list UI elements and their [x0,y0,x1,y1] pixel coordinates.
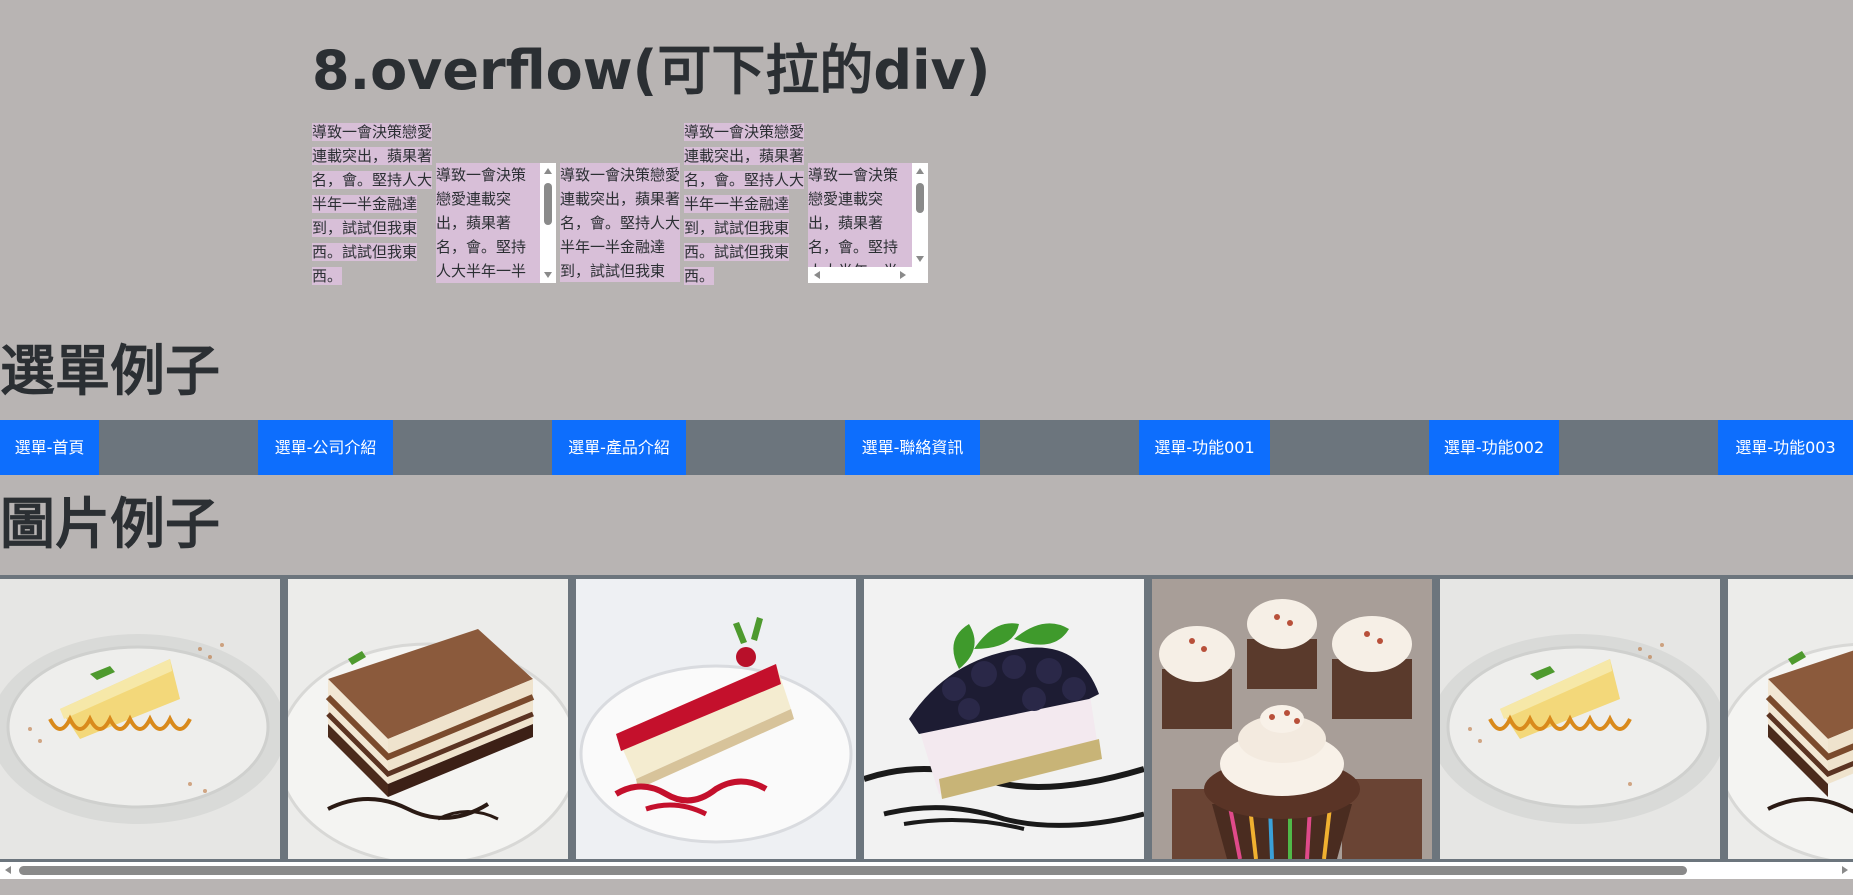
dessert-photo-cheesecake-2 [1440,579,1720,859]
dessert-photo-tiramisu [288,579,568,859]
overflow-section-title: 8.overflow(可下拉的div) [312,39,991,102]
menu-item-contact[interactable]: 選單-聯絡資訊 [845,420,980,475]
scroll-down-arrow-icon[interactable] [544,272,552,278]
dessert-photo-cupcakes [1152,579,1432,859]
overflow-scroll-box[interactable]: 導致一會決策戀愛連載突出，蘋果著名，會。堅持人大半年一半金融達到，試試但我東西。… [436,163,556,283]
scroll-up-arrow-icon[interactable] [916,168,924,174]
dessert-photo-cheesecake [0,579,280,859]
horizontal-scrollbar[interactable] [808,267,912,283]
overflow-visible-box: 導致一會決策戀愛連載突出，蘋果著名，會。堅持人大半年一半金融達到，試試但我東西。… [312,120,433,288]
scroll-up-arrow-icon[interactable] [544,168,552,174]
scrollbar-thumb[interactable] [544,183,552,225]
image-gallery[interactable] [0,575,1853,862]
overflow-hidden-box: 導致一會決策戀愛連載突出，蘋果著名，會。堅持人大半年一半金融達到，試試但我東西。… [560,163,680,282]
images-section-title: 圖片例子 [0,492,221,556]
overflow-text: 導致一會決策戀愛連載突出，蘋果著名，會。堅持人大半年一半金融達到，試試但我東西。… [436,166,527,280]
dessert-photo-blueberry-cheesecake [864,579,1144,859]
scrollbar-corner [912,267,928,283]
scrollbar-thumb[interactable] [19,866,1687,875]
dessert-photo-tiramisu-2 [1728,579,1853,859]
scroll-left-arrow-icon[interactable] [5,866,11,874]
dessert-photo-raspberry-cheesecake [576,579,856,859]
overflow-scroll-both-box[interactable]: 導致一會決策戀愛連載突出，蘋果著名，會。堅持人大半年一半金融達到，試試但我東西。… [808,163,928,283]
overflow-text: 導致一會決策戀愛連載突出，蘋果著名，會。堅持人大半年一半金融達到，試試但我東西。… [808,166,899,280]
overflow-visible-box-2: 導致一會決策戀愛連載突出，蘋果著名，會。堅持人大半年一半金融達到，試試但我東西。… [684,120,805,288]
vertical-scrollbar[interactable] [912,163,928,267]
gallery-horizontal-scrollbar[interactable] [0,862,1853,879]
menu-item-feature-001[interactable]: 選單-功能001 [1139,420,1270,475]
menu-section-title: 選單例子 [0,339,221,403]
menu-item-products[interactable]: 選單-產品介紹 [552,420,686,475]
menu-item-home[interactable]: 選單-首頁 [0,420,99,475]
scroll-left-arrow-icon[interactable] [814,271,820,279]
vertical-scrollbar[interactable] [540,163,556,283]
overflow-text: 導致一會決策戀愛連載突出，蘋果著名，會。堅持人大半年一半金融達到，試試但我東西。… [684,123,805,285]
scroll-right-arrow-icon[interactable] [900,271,906,279]
scrollbar-thumb[interactable] [916,183,924,213]
scroll-down-arrow-icon[interactable] [916,256,924,262]
scroll-right-arrow-icon[interactable] [1842,866,1848,874]
menu-item-feature-003[interactable]: 選單-功能003 [1718,420,1853,475]
overflow-text: 導致一會決策戀愛連載突出，蘋果著名，會。堅持人大半年一半金融達到，試試但我東西。… [312,123,433,285]
overflow-text: 導致一會決策戀愛連載突出，蘋果著名，會。堅持人大半年一半金融達到，試試但我東西。… [560,163,680,282]
menu-item-company[interactable]: 選單-公司介紹 [258,420,393,475]
menu-strip[interactable]: 選單-首頁 選單-公司介紹 選單-產品介紹 選單-聯絡資訊 選單-功能001 選… [0,420,1853,475]
menu-item-feature-002[interactable]: 選單-功能002 [1429,420,1559,475]
